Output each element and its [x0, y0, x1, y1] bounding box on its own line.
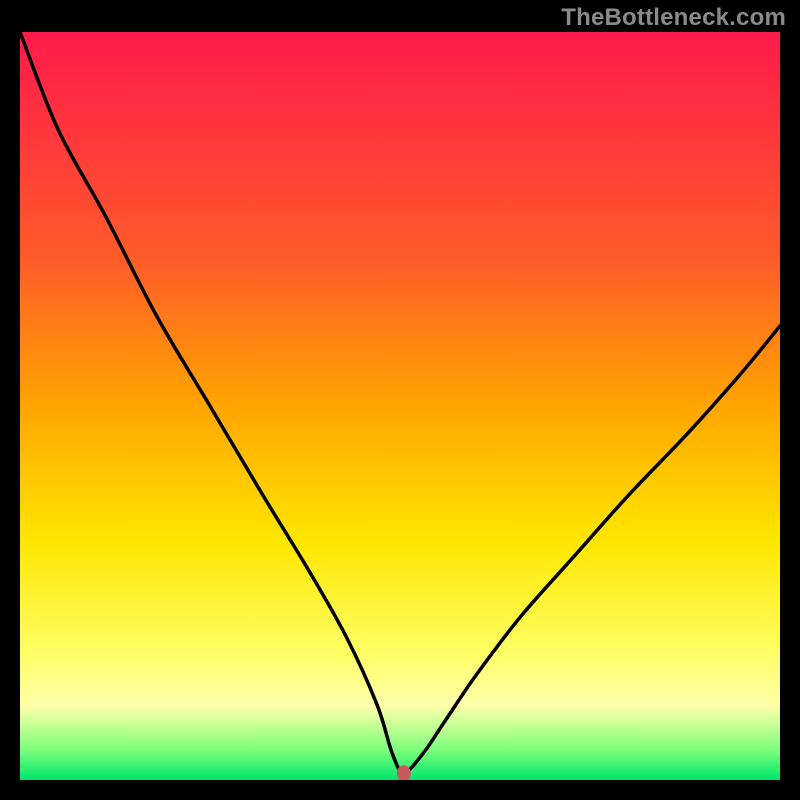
chart-frame: TheBottleneck.com [0, 0, 800, 800]
chart-svg [20, 32, 780, 780]
watermark-label: TheBottleneck.com [561, 4, 786, 32]
plot-area [20, 32, 780, 780]
gradient-background [20, 32, 780, 780]
